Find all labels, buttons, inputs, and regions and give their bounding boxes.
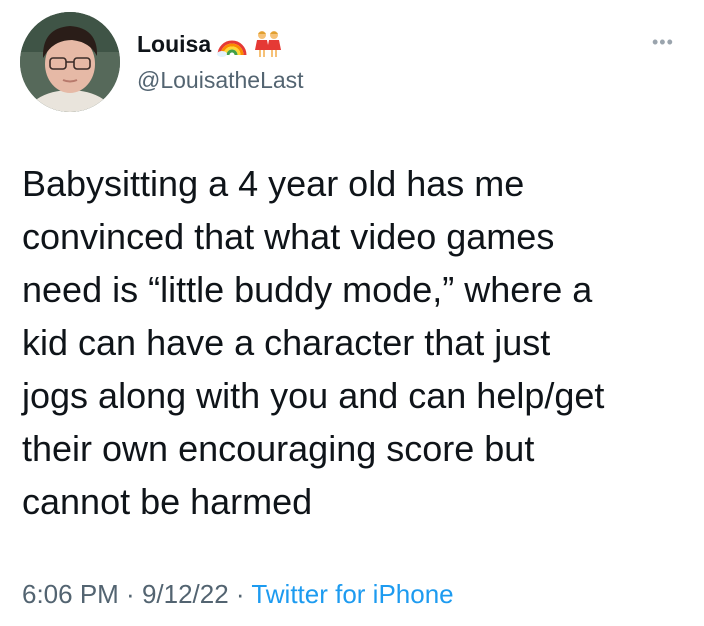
tweet-date[interactable]: 9/12/22	[142, 579, 229, 609]
two-women-holding-hands-icon	[253, 30, 283, 58]
author-handle[interactable]: @LouisatheLast	[137, 66, 304, 94]
tweet-line: cannot be harmed	[22, 481, 313, 522]
tweet-line: kid can have a character that just	[22, 322, 551, 363]
tweet-line: need is “little buddy mode,” where a	[22, 269, 593, 310]
tweet-line: their own encouraging score but	[22, 428, 535, 469]
tweet-text: Babysitting a 4 year old has me convince…	[22, 157, 692, 528]
avatar[interactable]	[20, 12, 120, 112]
tweet-line: Babysitting a 4 year old has me	[22, 163, 525, 204]
more-options-icon[interactable]: •••	[652, 33, 674, 51]
author-display-name[interactable]: Louisa	[137, 30, 211, 58]
meta-separator: ·	[118, 579, 142, 609]
rainbow-icon	[217, 31, 247, 57]
tweet-meta: 6:06 PM · 9/12/22 · Twitter for iPhone	[22, 577, 454, 611]
author-name-row[interactable]: Louisa	[137, 30, 283, 58]
meta-separator: ·	[228, 579, 252, 609]
tweet-line: convinced that what video games	[22, 216, 555, 257]
tweet-source-link[interactable]: Twitter for iPhone	[251, 579, 453, 609]
tweet-line: jogs along with you and can help/get	[22, 375, 605, 416]
tweet-time[interactable]: 6:06 PM	[22, 579, 119, 609]
